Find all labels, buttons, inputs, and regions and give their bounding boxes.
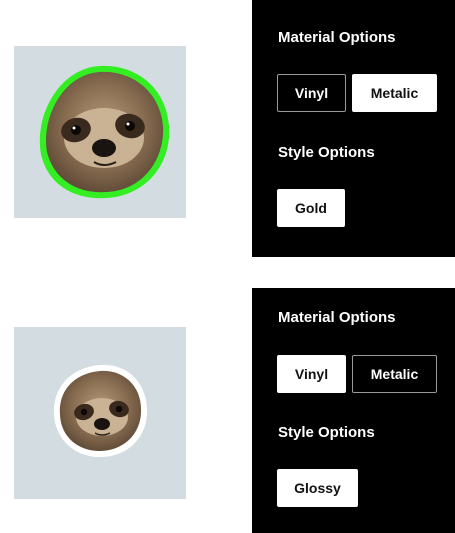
metalic-option-button[interactable]: Metalic [352, 355, 437, 393]
glossy-style-button[interactable]: Glossy [277, 469, 358, 507]
metalic-option-button[interactable]: Metalic [352, 74, 437, 112]
gold-style-button[interactable]: Gold [277, 189, 345, 227]
options-panel: Material Options Vinyl Metalic Style Opt… [252, 0, 455, 257]
options-panel: Material Options Vinyl Metalic Style Opt… [252, 288, 455, 533]
sloth-sticker-icon [53, 364, 148, 457]
material-options-title: Material Options [278, 309, 396, 326]
style-options-title: Style Options [278, 144, 375, 161]
sticker-preview-vinyl-glossy [14, 327, 186, 499]
sticker-preview-metalic-gold [14, 46, 186, 218]
sloth-sticker-icon [39, 65, 170, 199]
style-options-title: Style Options [278, 424, 375, 441]
sticker-configurator-page: Material Options Vinyl Metalic Style Opt… [0, 0, 455, 533]
material-options-title: Material Options [278, 29, 396, 46]
vinyl-option-button[interactable]: Vinyl [277, 355, 346, 393]
vinyl-option-button[interactable]: Vinyl [277, 74, 346, 112]
